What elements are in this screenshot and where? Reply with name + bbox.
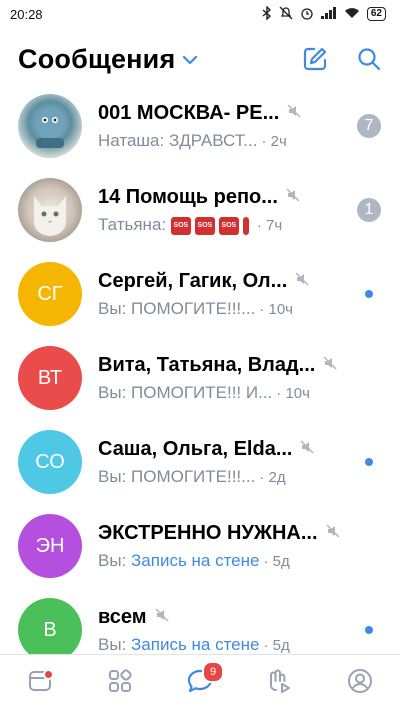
bluetooth-icon: [262, 4, 272, 23]
avatar: СО: [18, 430, 82, 494]
chat-name: всем: [98, 605, 147, 628]
avatar: [18, 94, 82, 158]
tab-clips[interactable]: [260, 663, 300, 703]
message-time: · 10ч: [276, 384, 310, 402]
avatar: СГ: [18, 262, 82, 326]
message-time: · 2д: [259, 468, 286, 486]
muted-icon: [326, 523, 340, 543]
sos-emoji: [242, 216, 249, 235]
status-time: 20:28: [10, 6, 43, 22]
avatar: В: [18, 598, 82, 662]
search-icon[interactable]: [354, 44, 384, 74]
sos-emoji: SOS: [218, 216, 239, 235]
chat-name: 14 Помощь репо...: [98, 185, 278, 208]
app-header: Сообщения: [0, 28, 400, 90]
muted-icon: [155, 607, 169, 627]
sos-emoji: SOS: [194, 216, 215, 235]
muted-icon: [286, 187, 300, 207]
messages-badge: 9: [202, 661, 224, 683]
last-message: Вы: Запись на стене: [98, 635, 260, 654]
message-time: · 10ч: [259, 300, 293, 318]
unread-dot: [365, 290, 373, 298]
profile-icon: [346, 667, 374, 700]
status-bar: 20:28 62: [0, 0, 400, 28]
avatar: ЭН: [18, 514, 82, 578]
message-time: · 5д: [263, 636, 290, 654]
message-time: · 5д: [263, 552, 290, 570]
message-time: · 2ч: [261, 132, 287, 150]
muted-icon: [287, 103, 301, 123]
battery-indicator: 62: [366, 7, 386, 21]
chat-row[interactable]: ВТ Вита, Татьяна, Влад... Вы: ПОМОГИТЕ!!…: [0, 336, 400, 420]
last-message: Наташа: ЗДРАВСТ...: [98, 131, 258, 150]
last-message: Вы: ПОМОГИТЕ!!!...: [98, 299, 256, 318]
mute-status-icon: [279, 6, 293, 23]
last-message: Татьяна: SOS SOS SOS: [98, 215, 253, 235]
unread-dot: [365, 458, 373, 466]
message-time: · 7ч: [256, 216, 283, 234]
chevron-down-icon[interactable]: [183, 52, 198, 70]
status-icons: 62: [262, 4, 386, 23]
tab-profile[interactable]: [340, 663, 380, 703]
unread-dot: [365, 626, 373, 634]
avatar: [18, 178, 82, 242]
chat-row[interactable]: 14 Помощь репо... Татьяна: SOS SOS SOS · 7…: [0, 168, 400, 252]
services-icon: [107, 668, 133, 699]
avatar: ВТ: [18, 346, 82, 410]
chat-name: Вита, Татьяна, Влад...: [98, 353, 316, 376]
muted-icon: [295, 271, 309, 291]
clips-icon: [267, 668, 293, 699]
compose-icon[interactable]: [300, 44, 330, 74]
news-notification-dot: [43, 669, 54, 680]
bottom-tab-bar: 9: [0, 654, 400, 711]
sos-emoji: SOS: [170, 216, 191, 235]
muted-icon: [300, 439, 315, 459]
tab-messages[interactable]: 9: [180, 661, 224, 703]
signal-icon: [320, 6, 337, 22]
chat-name: Сергей, Гагик, Ол...: [98, 269, 288, 292]
chat-name: ЭКСТРЕННО НУЖНА...: [98, 521, 318, 544]
tab-services[interactable]: [100, 663, 140, 703]
unread-badge: 1: [357, 198, 381, 222]
last-message: Вы: ПОМОГИТЕ!!!...: [98, 467, 256, 486]
page-title[interactable]: Сообщения: [18, 44, 175, 75]
chat-list: 001 МОСКВА- РЕ... Наташа: ЗДРАВСТ... · 2…: [0, 84, 400, 672]
chat-row[interactable]: СГ Сергей, Гагик, Ол... Вы: ПОМОГИТЕ!!!.…: [0, 252, 400, 336]
alarm-icon: [300, 6, 314, 23]
chat-name: Саша, Ольга, Elda...: [98, 437, 293, 460]
tab-news[interactable]: [20, 663, 60, 703]
chat-row[interactable]: ЭН ЭКСТРЕННО НУЖНА... Вы: Запись на стен…: [0, 504, 400, 588]
chat-name: 001 МОСКВА- РЕ...: [98, 101, 280, 124]
wifi-icon: [344, 7, 360, 22]
chat-row[interactable]: СО Саша, Ольга, Elda... Вы: ПОМОГИТЕ!!!.…: [0, 420, 400, 504]
last-message: Вы: Запись на стене: [98, 551, 260, 570]
last-message: Вы: ПОМОГИТЕ!!! И...: [98, 383, 273, 402]
unread-badge: 7: [357, 114, 381, 138]
muted-icon: [323, 355, 337, 375]
chat-row[interactable]: 001 МОСКВА- РЕ... Наташа: ЗДРАВСТ... · 2…: [0, 84, 400, 168]
